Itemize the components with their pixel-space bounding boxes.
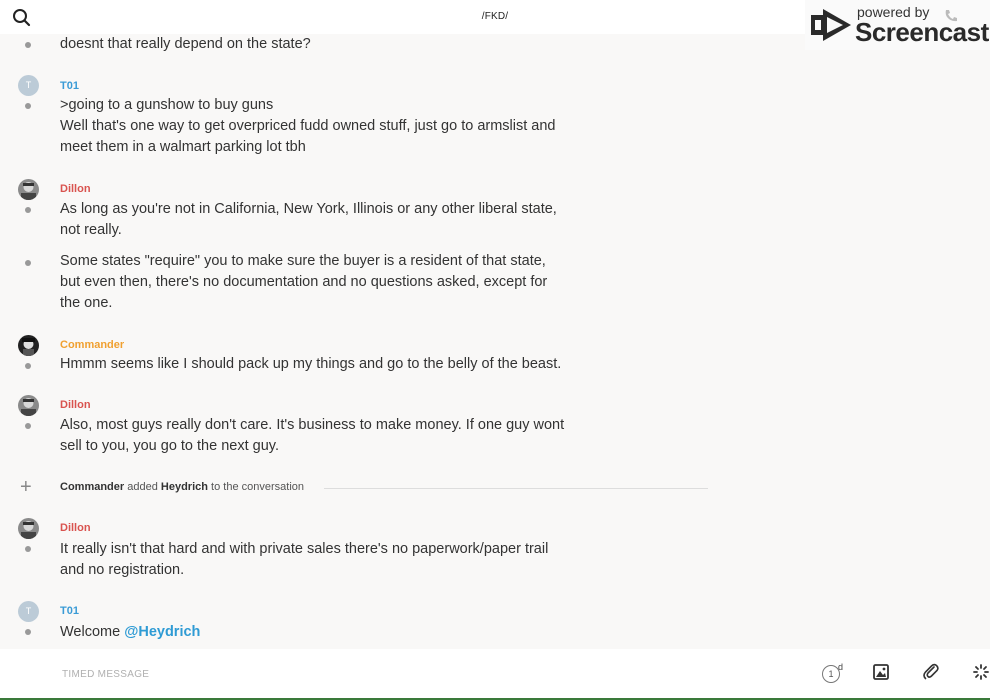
message-author[interactable]: Commander <box>60 339 124 351</box>
image-icon[interactable] <box>872 663 894 685</box>
avatar[interactable]: T <box>18 75 39 96</box>
avatar[interactable]: T <box>18 601 39 622</box>
message-text: Also, most guys really don't care. It's … <box>60 417 565 454</box>
system-event: + Commander added Heydrich to the conver… <box>0 476 990 498</box>
message-bullet <box>25 103 31 109</box>
loading-spinner-icon[interactable] <box>972 663 990 685</box>
message-text: >going to a gunshow to buy guns Well tha… <box>60 95 565 158</box>
message-line: >going to a gunshow to buy guns <box>60 97 274 113</box>
avatar[interactable] <box>18 335 39 356</box>
phone-icon <box>943 8 959 29</box>
composer: 1 d <box>0 649 990 700</box>
timer-unit[interactable]: d <box>838 662 843 672</box>
message-feed[interactable]: doesnt that really depend on the state? … <box>0 34 990 649</box>
message-text: Some states "require" you to make sure t… <box>60 253 548 311</box>
message-author[interactable]: Dillon <box>60 399 91 411</box>
message-bullet <box>25 546 31 552</box>
message-author[interactable]: Dillon <box>60 183 91 195</box>
plus-icon: + <box>20 476 32 498</box>
message-text: doesnt that really depend on the state? <box>60 36 311 52</box>
message-line: Well that's one way to get overpriced fu… <box>60 118 556 155</box>
paperclip-icon[interactable] <box>922 663 944 685</box>
message-text: It really isn't that hard and with priva… <box>60 541 549 578</box>
avatar[interactable] <box>18 179 39 200</box>
message-text: Welcome @Heydrich <box>60 622 565 643</box>
system-event-action: added <box>127 481 158 493</box>
message-author[interactable]: Dillon <box>60 522 91 534</box>
message-input[interactable] <box>60 663 764 685</box>
message-bullet <box>25 629 31 635</box>
system-event-suffix: to the conversation <box>211 481 304 493</box>
divider <box>324 488 708 489</box>
message-bullet <box>25 42 31 48</box>
user-mention[interactable]: @Heydrich <box>124 624 200 640</box>
system-event-actor[interactable]: Commander <box>60 481 124 493</box>
message-bullet <box>25 363 31 369</box>
message-bullet <box>25 207 31 213</box>
message-bullet <box>25 423 31 429</box>
message-author[interactable]: T01 <box>60 80 79 92</box>
avatar[interactable] <box>18 395 39 416</box>
system-event-text: Commander added Heydrich to the conversa… <box>60 481 304 493</box>
system-event-target[interactable]: Heydrich <box>161 481 208 493</box>
avatar[interactable] <box>18 518 39 539</box>
message-text-prefix: Welcome <box>60 624 125 640</box>
message-text: As long as you're not in California, New… <box>60 201 557 238</box>
message-text: Hmmm seems like I should pack up my thin… <box>60 356 562 372</box>
message-bullet <box>25 260 31 266</box>
message-author[interactable]: T01 <box>60 605 79 617</box>
